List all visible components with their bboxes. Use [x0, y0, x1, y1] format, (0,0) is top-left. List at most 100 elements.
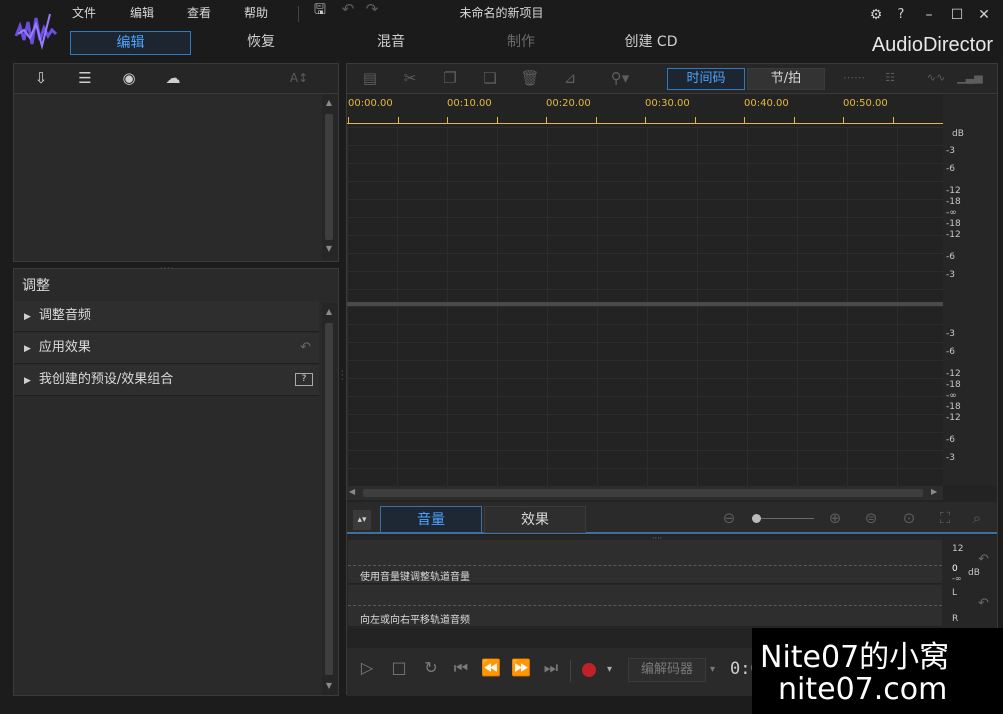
- library-toolbar: ⇩ ☰ ◉ ☁ A↕: [14, 64, 338, 94]
- zoom-selection-icon[interactable]: ⌕: [966, 506, 988, 530]
- scroll-thumb[interactable]: [325, 114, 333, 240]
- delete-icon[interactable]: 🗑: [519, 66, 541, 90]
- db-tick: -3: [946, 146, 955, 156]
- tab-produce: 制作: [507, 34, 535, 50]
- collapse-toggle-icon[interactable]: ▴▾: [353, 510, 371, 530]
- watermark-line1: Nite07的小窝: [760, 640, 950, 675]
- media-library-panel: ⇩ ☰ ◉ ☁ A↕ ▲ ▼: [13, 63, 339, 262]
- marker-icon[interactable]: ⚲▾: [605, 66, 635, 90]
- fit-selection-icon[interactable]: ⛶: [934, 506, 956, 530]
- timecode-toggle[interactable]: 时间码: [667, 68, 745, 90]
- rewind-icon[interactable]: ⏪: [480, 658, 502, 677]
- stop-icon[interactable]: □: [388, 658, 410, 677]
- volume-lane[interactable]: 使用音量键调整轨道音量: [348, 540, 942, 584]
- horizontal-scrollbar[interactable]: ◀ ▶: [347, 486, 943, 500]
- globe-icon[interactable]: ◉: [118, 66, 140, 90]
- tab-restore[interactable]: 恢复: [205, 31, 317, 55]
- gear-icon[interactable]: ⚙: [865, 4, 887, 26]
- adjust-audio-row[interactable]: ▶ 调整音频: [14, 301, 319, 332]
- scroll-down-icon[interactable]: ▼: [324, 244, 334, 253]
- play-icon[interactable]: ▷: [356, 658, 378, 677]
- pan-envelope[interactable]: [348, 605, 942, 606]
- waveform-view-icon[interactable]: ∿∿: [921, 66, 951, 90]
- zoom-fit-vertical-icon[interactable]: ⊜: [860, 506, 882, 530]
- copy-icon[interactable]: ❐: [439, 66, 461, 90]
- volume-scale-max: 12: [952, 544, 964, 554]
- crop-icon[interactable]: ⊿: [559, 66, 581, 90]
- db-tick: -6: [946, 347, 955, 357]
- record-options-chevron-icon[interactable]: ▾: [607, 664, 612, 675]
- watermark: Nite07的小窝 nite07.com: [752, 628, 1003, 714]
- export-list-icon[interactable]: ☰: [74, 66, 96, 90]
- expand-arrow-icon: ▶: [24, 312, 31, 322]
- beat-toggle[interactable]: 节/拍: [747, 68, 825, 90]
- adjust-row-label: 调整音频: [38, 308, 91, 323]
- reset-volume-icon[interactable]: ↶: [978, 552, 989, 567]
- title-bar: 文件 编辑 查看 帮助 🖫 ↶ ↷ 未命名的新项目 ⚙ ? – ☐ ✕ 编辑 恢…: [0, 0, 1003, 60]
- record-icon[interactable]: [582, 663, 596, 677]
- volume-envelope[interactable]: [348, 565, 942, 566]
- time-ruler[interactable]: 00:00.00 00:10.00 00:20.00 00:30.00 00:4…: [347, 95, 943, 127]
- clip-info-icon[interactable]: ▤: [359, 66, 381, 90]
- adjust-panel: 调整 ▶ 调整音频 ▶ 应用效果 ↶ ▶ 我创建的预设/效果组合 ? ▲ ▼: [13, 268, 339, 696]
- preset-help-icon[interactable]: ?: [295, 373, 313, 386]
- scroll-thumb[interactable]: [363, 489, 923, 497]
- reset-icon[interactable]: ↶: [300, 333, 311, 363]
- tab-mix[interactable]: 混音: [335, 31, 447, 55]
- scroll-up-icon[interactable]: ▲: [324, 307, 334, 316]
- spectrum-view-icon[interactable]: ▁▃▅: [955, 66, 985, 90]
- adjust-header: 调整: [22, 278, 50, 294]
- pan-scale-right: R: [952, 614, 959, 624]
- tab-effects[interactable]: 效果: [484, 506, 586, 533]
- scroll-up-icon[interactable]: ▲: [324, 98, 334, 107]
- library-scrollbar[interactable]: ▲ ▼: [322, 94, 338, 260]
- volume-unit: dB: [968, 568, 980, 578]
- cut-icon[interactable]: ✂: [399, 66, 421, 90]
- previous-icon[interactable]: ⏮: [450, 658, 472, 678]
- tab-edit[interactable]: 编辑: [70, 31, 191, 55]
- cloud-icon[interactable]: ☁: [162, 66, 184, 90]
- tab-create-cd[interactable]: 创建 CD: [595, 31, 707, 55]
- font-size-icon[interactable]: A↕: [284, 66, 314, 90]
- vertical-splitter[interactable]: · · ·: [341, 368, 344, 384]
- minimize-icon[interactable]: –: [918, 4, 940, 26]
- fast-forward-icon[interactable]: ⏩: [510, 658, 532, 677]
- ruler-label: 00:10.00: [447, 98, 492, 109]
- db-tick: -12: [946, 413, 961, 423]
- help-icon[interactable]: ?: [890, 4, 912, 26]
- scroll-left-icon[interactable]: ◀: [349, 487, 355, 496]
- codec-chevron-icon[interactable]: ▾: [710, 664, 715, 675]
- zoom-fit-horizontal-icon[interactable]: ⊙: [898, 506, 920, 530]
- codec-button[interactable]: 编解码器: [628, 658, 706, 682]
- zoom-slider-track[interactable]: [752, 518, 814, 519]
- zoom-in-icon[interactable]: ⊕: [824, 506, 846, 530]
- adjust-scrollbar[interactable]: ▲ ▼: [322, 303, 338, 695]
- close-icon[interactable]: ✕: [973, 4, 995, 26]
- zoom-slider-handle[interactable]: [752, 514, 761, 523]
- apply-effect-row[interactable]: ▶ 应用效果 ↶: [14, 333, 319, 364]
- scroll-right-icon[interactable]: ▶: [931, 487, 937, 496]
- project-title: 未命名的新项目: [459, 6, 544, 20]
- my-presets-row[interactable]: ▶ 我创建的预设/效果组合 ?: [14, 365, 319, 396]
- spectral-zoom-icon[interactable]: ☷: [875, 66, 905, 90]
- track-left-channel[interactable]: [347, 127, 943, 302]
- paste-icon[interactable]: ❏: [479, 66, 501, 90]
- db-tick: -12: [946, 230, 961, 240]
- scroll-down-icon[interactable]: ▼: [324, 681, 334, 690]
- loop-icon[interactable]: ↻: [420, 658, 442, 677]
- maximize-icon[interactable]: ☐: [946, 4, 968, 26]
- zoom-out-icon[interactable]: ⊖: [718, 506, 740, 530]
- tab-volume[interactable]: 音量: [380, 506, 482, 533]
- db-tick: -18: [946, 219, 961, 229]
- db-tick: -6: [946, 252, 955, 262]
- import-media-icon[interactable]: ⇩: [30, 66, 52, 90]
- pan-scale-left: L: [952, 588, 958, 598]
- next-icon[interactable]: ⏭: [540, 658, 562, 678]
- pan-lane[interactable]: 向左或向右平移轨道音频: [348, 585, 942, 627]
- waveform-zoom-icon[interactable]: ⋯⋯: [839, 66, 869, 90]
- scroll-thumb[interactable]: [325, 323, 333, 675]
- expand-arrow-icon: ▶: [24, 376, 31, 386]
- track-right-channel[interactable]: [347, 306, 943, 486]
- ruler-label: 00:20.00: [546, 98, 591, 109]
- reset-pan-icon[interactable]: ↶: [978, 596, 989, 611]
